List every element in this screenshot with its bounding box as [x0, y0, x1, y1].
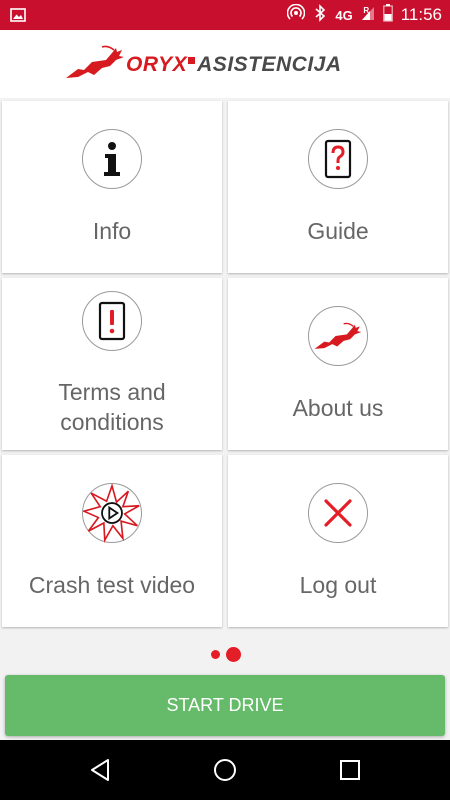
tile-logout[interactable]: Log out: [228, 455, 448, 627]
oryx-logo-icon: [308, 306, 368, 366]
tile-about-label: About us: [292, 395, 384, 421]
info-icon: [82, 129, 142, 189]
tile-terms-label-line2: conditions: [60, 409, 164, 435]
tile-about[interactable]: About us: [228, 278, 448, 450]
tile-info[interactable]: Info: [2, 101, 222, 273]
page-indicator: [0, 645, 450, 663]
tile-terms-label-line1: Terms and: [58, 379, 166, 405]
tile-logout-label: Log out: [299, 572, 377, 598]
crash-video-icon: [82, 483, 142, 544]
start-drive-button[interactable]: START DRIVE: [5, 675, 445, 736]
image-icon: [10, 8, 26, 27]
roaming-indicator: R: [363, 5, 370, 15]
status-bar: 4G R 11:56: [0, 0, 450, 30]
back-icon[interactable]: [86, 756, 114, 784]
page-dot-1[interactable]: [211, 650, 220, 659]
brand-logo: ORYX ASISTENCIJA: [64, 44, 342, 85]
tile-terms[interactable]: Terms and conditions: [2, 278, 222, 450]
logo-suffix-text: ASISTENCIJA: [197, 52, 342, 76]
logo-separator: [188, 57, 196, 64]
home-icon[interactable]: [211, 756, 239, 784]
page-dot-2-active[interactable]: [226, 647, 241, 662]
tile-info-label: Info: [92, 218, 132, 244]
oryx-mark-icon: [64, 44, 126, 85]
tile-crash-video-label: Crash test video: [28, 572, 196, 598]
tile-guide[interactable]: Guide: [228, 101, 448, 273]
bluetooth-icon: [313, 3, 327, 27]
system-nav-bar: [0, 740, 450, 800]
logo-brand-text: ORYX: [126, 52, 188, 76]
question-card-icon: [308, 129, 368, 189]
recents-icon[interactable]: [336, 756, 364, 784]
network-type: 4G R: [335, 5, 370, 23]
exclamation-card-icon: [82, 291, 142, 351]
tile-guide-label: Guide: [307, 218, 369, 244]
app-header: ORYX ASISTENCIJA: [0, 30, 450, 98]
hotspot-icon: [287, 3, 306, 27]
tile-crash-video[interactable]: Crash test video: [2, 455, 222, 627]
clock: 11:56: [400, 5, 442, 24]
battery-icon: [382, 3, 393, 27]
close-icon: [308, 483, 368, 543]
